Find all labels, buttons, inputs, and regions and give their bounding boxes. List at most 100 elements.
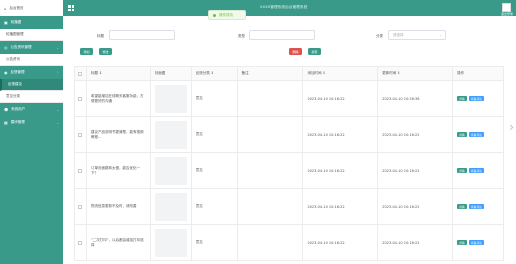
sidebar-subitem-carousel-manage[interactable]: 轮播图管理 <box>0 29 63 41</box>
user-icon: ☻ <box>4 107 9 112</box>
row-category: 意见 <box>192 81 238 116</box>
row-updated: 2023-04-10 10:26:36 <box>378 81 454 116</box>
row-created: 2023-04-10 10:16:22 <box>303 189 379 224</box>
menu-grid-icon[interactable] <box>68 5 74 11</box>
detail-button[interactable]: 详情 <box>457 132 467 137</box>
title-search-input[interactable] <box>109 30 175 40</box>
row-checkbox[interactable] <box>75 153 87 188</box>
delete-button[interactable]: 删除 <box>289 48 302 55</box>
row-checkbox[interactable] <box>75 189 87 224</box>
sidebar: ⌂ 后台首页 ▣ 轮播图 轮播图管理 ◎ 公告资讯管理 ⌄ 公告资讯 ◉ 反馈管… <box>0 0 63 264</box>
sidebar-item-label: 系统用户 <box>11 107 26 111</box>
detail-button[interactable]: 详情 <box>457 204 467 209</box>
sidebar-item-users[interactable]: ☻ 系统用户 ⌄ <box>0 103 63 116</box>
success-toast: 操作成功 <box>208 10 246 20</box>
sidebar-subitem-feedback-suggestion[interactable]: 反馈建议 <box>0 79 63 91</box>
header-note: 备注 <box>238 67 304 80</box>
reply-button[interactable]: 查看评论 <box>468 96 484 101</box>
image-icon: ▣ <box>4 20 8 25</box>
reply-button[interactable]: 查看评论 <box>468 240 484 245</box>
row-title: 希望能增加在线聊天客服功能，方便更好的沟通 <box>90 93 144 103</box>
sidebar-subitem-label: 反馈建议 <box>8 82 22 86</box>
feedback-table: 标题 ↕ 封面图 反馈分类 ↕ 备注 添加时间 ↕ 更新时间 ↕ 操作 希望能增… <box>74 66 504 261</box>
row-title: “二次打印”，以后都会增加打印选择 <box>90 237 144 247</box>
select-all-checkbox[interactable] <box>75 67 87 80</box>
search-button[interactable]: 搜索 <box>308 48 321 55</box>
sidebar-home[interactable]: ⌂ 后台首页 <box>0 0 63 16</box>
toast-text: 操作成功 <box>219 12 233 17</box>
row-created: 2023-04-10 10:16:22 <box>303 225 379 260</box>
header-created[interactable]: 添加时间 ↕ <box>303 67 379 80</box>
row-category: 意见 <box>192 225 238 260</box>
reply-button[interactable]: 查看评论 <box>468 132 484 137</box>
module-icon: ▦ <box>4 120 8 125</box>
header-cover: 封面图 <box>151 67 192 80</box>
row-updated: 2023-04-10 10:16:22 <box>378 153 454 188</box>
row-updated: 2023-04-10 10:16:22 <box>378 117 454 152</box>
row-created: 2023-04-10 10:16:22 <box>303 153 379 188</box>
detail-button[interactable]: 详情 <box>457 240 467 245</box>
row-created: 2023-04-10 10:16:22 <box>303 117 379 152</box>
table-header: 标题 ↕ 封面图 反馈分类 ↕ 备注 添加时间 ↕ 更新时间 ↕ 操作 <box>75 67 504 81</box>
row-checkbox[interactable] <box>75 225 87 260</box>
reply-button[interactable]: 查看评论 <box>468 204 484 209</box>
row-checkbox[interactable] <box>75 117 87 152</box>
row-updated: 2023-04-10 10:16:22 <box>378 189 454 224</box>
detail-button[interactable]: 详情 <box>457 96 467 101</box>
sidebar-item-feedback[interactable]: ◉ 反馈管理 ⌃ <box>0 66 63 79</box>
edit-button[interactable]: 修改 <box>99 48 112 55</box>
row-title: 建议产品说明书更清楚，能有视频教程... <box>90 129 144 139</box>
sidebar-home-label: 后台首页 <box>9 5 24 10</box>
category-select[interactable]: 请选择 ⌄ <box>388 30 446 40</box>
search-label-title: 标题 <box>97 34 104 38</box>
table-row: “二次打印”，以后都会增加打印选择 意见 2023-04-10 10:16:22… <box>75 225 504 261</box>
row-category: 意见 <box>192 189 238 224</box>
megaphone-icon: ◎ <box>4 45 8 50</box>
chevron-down-icon: ⌄ <box>56 120 59 125</box>
avatar[interactable] <box>502 3 511 12</box>
row-note <box>238 189 304 224</box>
type-search-input[interactable] <box>249 30 315 40</box>
chevron-up-icon: ⌃ <box>56 70 59 75</box>
sidebar-subitem-feedback-category[interactable]: 意见分类 <box>0 91 63 103</box>
table-row: 建议产品说明书更清楚，能有视频教程... 意见 2023-04-10 10:16… <box>75 117 504 153</box>
select-placeholder: 请选择 <box>393 33 404 37</box>
header-actions: 操作 <box>453 67 504 80</box>
header-category[interactable]: 反馈分类 ↕ <box>192 67 238 80</box>
row-title: 订单页面跳转太慢，能否优化一下？ <box>90 165 140 175</box>
logout-link[interactable]: 退出登录 <box>501 12 513 16</box>
row-created: 2023-04-10 10:16:22 <box>303 81 379 116</box>
top-bar: XXXX管理系统后台管理系统 退出登录 <box>63 0 516 16</box>
cover-image <box>154 84 187 113</box>
reply-button[interactable]: 查看评论 <box>468 168 484 173</box>
row-note <box>238 117 304 152</box>
home-icon: ⌂ <box>4 5 7 11</box>
cover-image <box>154 228 187 257</box>
row-title: 物流信息更新不及时，请改善 <box>90 204 137 209</box>
row-note <box>238 225 304 260</box>
sidebar-item-carousel[interactable]: ▣ 轮播图 <box>0 16 63 29</box>
chevron-down-icon: ⌄ <box>56 107 59 112</box>
sidebar-item-label: 模块管理 <box>10 120 25 124</box>
sidebar-item-announcement[interactable]: ◎ 公告资讯管理 ⌄ <box>0 41 63 54</box>
chevron-right-icon[interactable]: › <box>509 120 514 134</box>
sidebar-item-label: 反馈管理 <box>10 70 25 74</box>
row-category: 意见 <box>192 117 238 152</box>
row-note <box>238 153 304 188</box>
chevron-down-icon: ⌄ <box>439 33 442 37</box>
system-title: XXXX管理系统后台管理系统 <box>260 5 308 9</box>
add-button[interactable]: 添加 <box>80 48 93 55</box>
feedback-icon: ◉ <box>4 70 8 75</box>
sidebar-item-modules[interactable]: ▦ 模块管理 ⌄ <box>0 116 63 129</box>
header-updated[interactable]: 更新时间 ↕ <box>378 67 454 80</box>
sidebar-subitem-announcement[interactable]: 公告资讯 <box>0 54 63 66</box>
row-checkbox[interactable] <box>75 81 87 116</box>
table-row: 希望能增加在线聊天客服功能，方便更好的沟通 意见 2023-04-10 10:1… <box>75 81 504 117</box>
table-row: 订单页面跳转太慢，能否优化一下？ 意见 2023-04-10 10:16:22 … <box>75 153 504 189</box>
detail-button[interactable]: 详情 <box>457 168 467 173</box>
header-title[interactable]: 标题 ↕ <box>87 67 151 80</box>
row-updated: 2023-04-10 10:16:22 <box>378 225 454 260</box>
app-root: ⌂ 后台首页 ▣ 轮播图 轮播图管理 ◎ 公告资讯管理 ⌄ 公告资讯 ◉ 反馈管… <box>0 0 516 264</box>
search-label-category: 分类 <box>376 34 383 38</box>
sidebar-subitem-label: 意见分类 <box>6 94 20 98</box>
